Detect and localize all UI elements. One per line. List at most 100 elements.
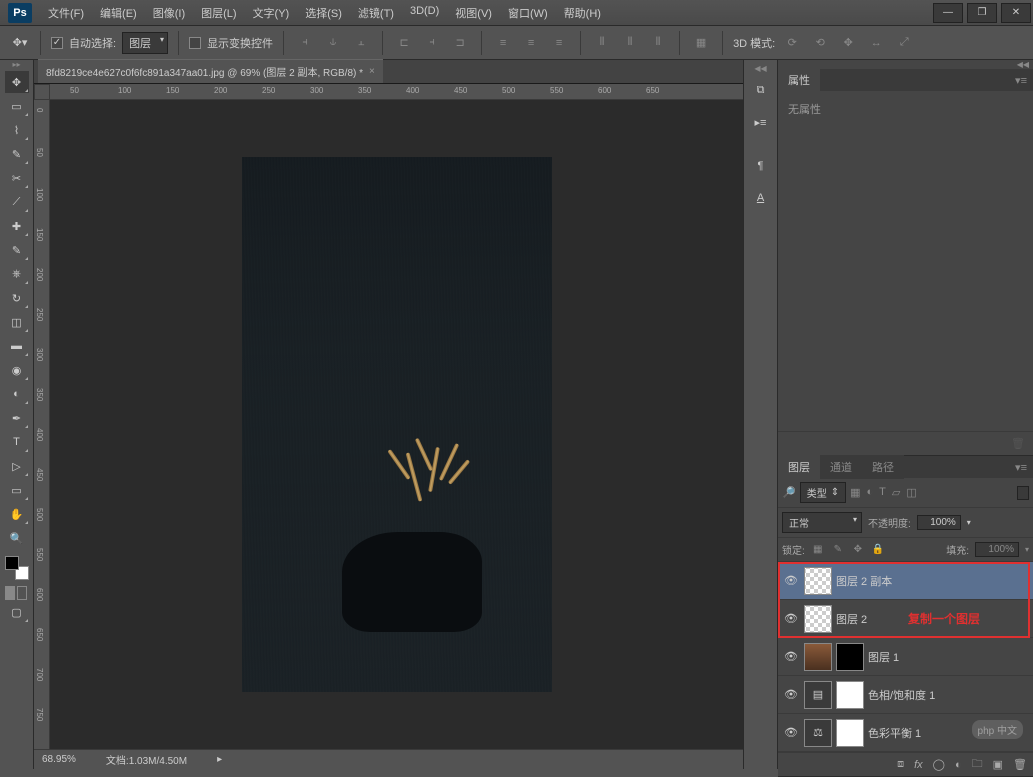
auto-align-icon[interactable]: ▦ [690, 32, 712, 54]
3d-zoom-icon[interactable]: ⤢ [893, 32, 915, 54]
dodge-tool[interactable]: ◐ [5, 383, 29, 405]
opacity-arrow-icon[interactable]: ▾ [967, 518, 971, 527]
menu-select[interactable]: 选择(S) [297, 1, 350, 25]
lasso-tool[interactable]: ⌇ [5, 119, 29, 141]
maximize-button[interactable]: ❐ [967, 3, 997, 23]
layer-mask-thumbnail[interactable] [836, 643, 864, 671]
eraser-tool[interactable]: ◫ [5, 311, 29, 333]
foreground-color[interactable] [5, 556, 19, 570]
layer-mask-icon[interactable]: ◯ [933, 758, 945, 771]
distribute-top-icon[interactable]: ≡ [492, 32, 514, 54]
actions-panel-icon[interactable]: ▸≡ [749, 110, 773, 134]
distribute-hcenter-icon[interactable]: ⦀ [619, 32, 641, 54]
new-layer-icon[interactable]: ▣ [993, 758, 1003, 771]
layer-name-label[interactable]: 图层 2 [836, 611, 867, 627]
layer-row[interactable]: 👁 图层 2 副本 [778, 562, 1033, 600]
layer-name-label[interactable]: 色相/饱和度 1 [868, 687, 935, 703]
zoom-level[interactable]: 68.95% [42, 754, 76, 765]
brush-tool[interactable]: ✎ [5, 239, 29, 261]
layers-tab[interactable]: 图层 [778, 455, 820, 479]
menu-filter[interactable]: 滤镜(T) [350, 1, 402, 25]
document-tab[interactable]: 8fd8219ce4e627c0f6fc891a347aa01.jpg @ 69… [38, 59, 383, 83]
distribute-vcenter-icon[interactable]: ≡ [520, 32, 542, 54]
layer-row[interactable]: 👁 图层 1 [778, 638, 1033, 676]
auto-select-target-dropdown[interactable]: 图层 [122, 32, 168, 54]
toolbox-collapse-icon[interactable]: ▸▸ [0, 60, 33, 70]
layer-name-label[interactable]: 图层 2 副本 [836, 573, 892, 589]
color-swatches[interactable] [5, 556, 29, 580]
trash-icon[interactable]: 🗑 [1011, 437, 1025, 450]
status-menu-icon[interactable]: ▸ [217, 754, 222, 765]
zoom-tool[interactable]: 🔍 [5, 527, 29, 549]
filter-type-dropdown[interactable]: 类型⇕ [800, 482, 846, 503]
layer-mask-thumbnail[interactable] [836, 681, 864, 709]
close-button[interactable]: ✕ [1001, 3, 1031, 23]
menu-help[interactable]: 帮助(H) [556, 1, 609, 25]
menu-3d[interactable]: 3D(D) [402, 1, 447, 25]
properties-menu-icon[interactable]: ▾≡ [1009, 74, 1033, 87]
filter-pixel-icon[interactable]: ▦ [850, 486, 860, 499]
screen-mode-button[interactable]: ▢ [5, 601, 29, 623]
align-left-icon[interactable]: ⊏ [393, 32, 415, 54]
lock-position-icon[interactable]: ✥ [851, 543, 865, 557]
shape-tool[interactable]: ▭ [5, 479, 29, 501]
fill-input[interactable]: 100% [975, 542, 1019, 557]
distribute-bottom-icon[interactable]: ≡ [548, 32, 570, 54]
3d-slide-icon[interactable]: ↔ [865, 32, 887, 54]
menu-edit[interactable]: 编辑(E) [92, 1, 145, 25]
layer-row[interactable]: 👁 ▤ 色相/饱和度 1 [778, 676, 1033, 714]
align-bottom-icon[interactable]: ⫠ [350, 32, 372, 54]
move-tool[interactable]: ✥ [5, 71, 29, 93]
ruler-horizontal[interactable]: 50100150200250300350400450500550600650 [50, 84, 743, 100]
type-tool[interactable]: T [5, 431, 29, 453]
menu-type[interactable]: 文字(Y) [245, 1, 298, 25]
crop-tool[interactable]: ✂ [5, 167, 29, 189]
canvas-viewport[interactable] [50, 100, 743, 749]
minimize-button[interactable]: — [933, 3, 963, 23]
filter-shape-icon[interactable]: ▱ [892, 486, 900, 499]
layer-thumbnail[interactable] [804, 567, 832, 595]
lock-transparency-icon[interactable]: ▦ [811, 543, 825, 557]
lock-pixels-icon[interactable]: ✎ [831, 543, 845, 557]
document-size[interactable]: 文档:1.03M/4.50M [106, 752, 187, 767]
layer-thumbnail[interactable] [804, 643, 832, 671]
adjustment-thumbnail[interactable]: ⚖ [804, 719, 832, 747]
pen-tool[interactable]: ✒ [5, 407, 29, 429]
layer-row[interactable]: 👁 图层 2 [778, 600, 1033, 638]
standard-mode-button[interactable] [5, 586, 15, 600]
menu-file[interactable]: 文件(F) [40, 1, 92, 25]
dock-collapse-icon[interactable]: ◀◀ [754, 64, 766, 74]
auto-select-checkbox[interactable] [51, 37, 63, 49]
character-panel-icon[interactable]: A [749, 186, 773, 210]
distribute-right-icon[interactable]: ⦀ [647, 32, 669, 54]
3d-pan-icon[interactable]: ✥ [837, 32, 859, 54]
layers-menu-icon[interactable]: ▾≡ [1009, 461, 1033, 474]
delete-layer-icon[interactable]: 🗑 [1013, 758, 1027, 771]
visibility-toggle[interactable]: 👁 [782, 726, 800, 739]
paths-tab[interactable]: 路径 [862, 455, 904, 479]
layer-name-label[interactable]: 色彩平衡 1 [868, 725, 921, 741]
ruler-vertical[interactable]: 0501001502002503003504004505005506006507… [34, 100, 50, 749]
adjustment-thumbnail[interactable]: ▤ [804, 681, 832, 709]
paragraph-panel-icon[interactable]: ¶ [749, 154, 773, 178]
properties-tab[interactable]: 属性 [778, 68, 820, 92]
gradient-tool[interactable]: ▬ [5, 335, 29, 357]
quickmask-mode-button[interactable] [17, 586, 27, 600]
blend-mode-dropdown[interactable]: 正常 [782, 512, 862, 533]
fill-arrow-icon[interactable]: ▾ [1025, 545, 1029, 554]
align-vcenter-icon[interactable]: ⫝ [322, 32, 344, 54]
tab-close-icon[interactable]: × [369, 66, 375, 77]
healing-tool[interactable]: ✚ [5, 215, 29, 237]
history-brush-tool[interactable]: ↻ [5, 287, 29, 309]
group-icon[interactable]: 🗀 [972, 755, 983, 774]
show-transform-checkbox[interactable] [189, 37, 201, 49]
menu-image[interactable]: 图像(I) [145, 1, 193, 25]
move-tool-preset-icon[interactable]: ✥▾ [10, 33, 30, 53]
3d-roll-icon[interactable]: ⟲ [809, 32, 831, 54]
menu-window[interactable]: 窗口(W) [500, 1, 556, 25]
blur-tool[interactable]: ◉ [5, 359, 29, 381]
align-right-icon[interactable]: ⊐ [449, 32, 471, 54]
layer-thumbnail[interactable] [804, 605, 832, 633]
stamp-tool[interactable]: ⎈ [5, 263, 29, 285]
hand-tool[interactable]: ✋ [5, 503, 29, 525]
